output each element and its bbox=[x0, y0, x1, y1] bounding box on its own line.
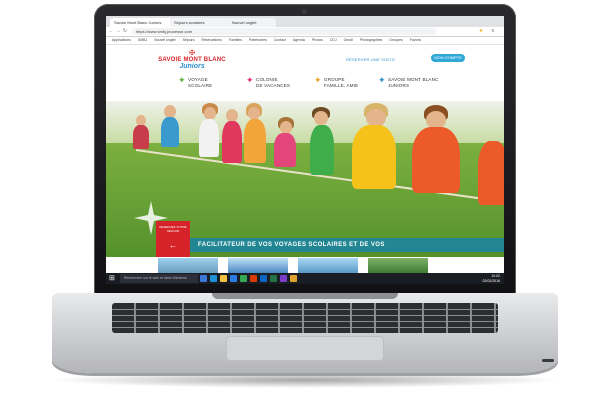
child bbox=[412, 127, 460, 193]
menu-item-groupe[interactable]: ✦ GROUPE FAMILLE, AMIE bbox=[314, 76, 359, 89]
word-icon[interactable] bbox=[260, 275, 267, 282]
hero-image: RESERVEZ VOTRE SÉJOUR ← FACILITATEUR DE … bbox=[106, 101, 504, 273]
webcam bbox=[302, 9, 307, 14]
bookmark-item[interactable]: Applications bbox=[112, 38, 131, 42]
bookmark-item[interactable]: Réservations bbox=[201, 38, 221, 42]
thumbnail-image[interactable] bbox=[228, 258, 288, 273]
main-menu: ✦ VOYAGE SCOLAIRE ✦ COLONIE DE VACANCES … bbox=[106, 73, 504, 101]
reload-icon[interactable]: ↻ bbox=[122, 28, 128, 35]
promo-box[interactable]: RESERVEZ VOTRE SÉJOUR ← bbox=[156, 221, 190, 259]
trackpad[interactable] bbox=[226, 336, 384, 361]
menu-item-line2: FAMILLE, AMIE bbox=[324, 83, 359, 88]
file-explorer-icon[interactable] bbox=[220, 275, 227, 282]
back-arrow-icon[interactable]: ← bbox=[108, 28, 114, 35]
url-input[interactable]: https://www.smbj-jeunesse.com bbox=[132, 28, 436, 35]
bookmark-item[interactable]: Favoris bbox=[410, 38, 421, 42]
thumbnail-strip bbox=[106, 257, 504, 273]
arrow-left-icon: ← bbox=[169, 241, 177, 250]
thumbnail-image[interactable] bbox=[158, 258, 218, 273]
browser-tab-strip: Savoie Mont Blanc Juniors Séjours scolai… bbox=[106, 16, 504, 27]
web-page: ✠ SAVOIE MONT BLANC Juniors RÉSERVER UNE… bbox=[106, 45, 504, 273]
taskbar-search-input[interactable]: Rechercher sur le web et dans Windows bbox=[120, 274, 198, 283]
child bbox=[161, 117, 179, 147]
bookmarks-bar: Applications SMBJ Nouvel onglet Séjours … bbox=[106, 37, 504, 45]
browser-tab-active[interactable]: Savoie Mont Blanc Juniors bbox=[110, 18, 172, 27]
laptop-lid: Savoie Mont Blanc Juniors Séjours scolai… bbox=[94, 4, 516, 294]
app-icon[interactable] bbox=[280, 275, 287, 282]
bookmark-item[interactable]: CDJ bbox=[330, 38, 337, 42]
clock-date: 02/02/2016 bbox=[482, 278, 500, 283]
thumbnail-image[interactable] bbox=[298, 258, 358, 273]
key-row-divider bbox=[112, 321, 498, 322]
child bbox=[244, 119, 266, 163]
bookmark-item[interactable]: SMBJ bbox=[138, 38, 147, 42]
reserve-visit-link[interactable]: RÉSERVER UNE VISITE bbox=[346, 57, 395, 62]
taskbar: ⊞ Rechercher sur le web et dans Windows … bbox=[106, 273, 504, 284]
system-tray-clock[interactable]: 10:02 02/02/2016 bbox=[482, 274, 500, 283]
bookmark-item[interactable]: Agenda bbox=[293, 38, 305, 42]
bookmark-item[interactable]: Photos bbox=[312, 38, 323, 42]
laptop-base bbox=[52, 293, 558, 373]
child bbox=[133, 125, 149, 149]
keyboard bbox=[112, 303, 498, 333]
child bbox=[222, 121, 242, 163]
hero-banner-text: FACILITATEUR DE VOS VOYAGES SCOLAIRES ET… bbox=[198, 242, 385, 248]
bookmark-item[interactable]: Photographies bbox=[360, 38, 383, 42]
office-icon[interactable] bbox=[250, 275, 257, 282]
child-head bbox=[314, 111, 328, 125]
chrome-icon[interactable] bbox=[240, 275, 247, 282]
sleep-indicator-led bbox=[542, 359, 554, 362]
key-row-divider bbox=[112, 309, 498, 310]
thumbnail-image[interactable] bbox=[368, 258, 428, 273]
menu-item-line2: SCOLAIRE bbox=[188, 83, 213, 88]
laptop-shadow bbox=[48, 372, 562, 388]
menu-icon[interactable]: ≡ bbox=[490, 28, 496, 35]
store-icon[interactable] bbox=[230, 275, 237, 282]
bookmark-item[interactable]: Groupes bbox=[389, 38, 402, 42]
bookmark-item[interactable]: Séjours bbox=[183, 38, 195, 42]
star-icon[interactable]: ★ bbox=[478, 28, 484, 35]
promo-text: RESERVEZ VOTRE SÉJOUR bbox=[159, 225, 187, 233]
site-logo[interactable]: ✠ SAVOIE MONT BLANC Juniors bbox=[154, 50, 230, 70]
account-button[interactable]: MON COMPTE bbox=[431, 54, 465, 62]
bookmark-item[interactable]: Partenaires bbox=[249, 38, 267, 42]
compass-star-icon: ✦ bbox=[178, 75, 186, 85]
menu-item-colonie[interactable]: ✦ COLONIE DE VACANCES bbox=[246, 76, 291, 89]
bookmark-item[interactable]: Contact bbox=[274, 38, 286, 42]
child bbox=[352, 125, 396, 189]
app-icon[interactable] bbox=[290, 275, 297, 282]
address-bar: ← → ↻ https://www.smbj-jeunesse.com ★ ≡ bbox=[106, 27, 504, 37]
child bbox=[310, 125, 334, 175]
logo-line2: Juniors bbox=[179, 63, 205, 70]
menu-item-voyage-scolaire[interactable]: ✦ VOYAGE SCOLAIRE bbox=[178, 76, 213, 89]
menu-item-line2: DE VACANCES bbox=[256, 83, 291, 88]
forward-arrow-icon[interactable]: → bbox=[115, 28, 121, 35]
hero-banner: FACILITATEUR DE VOS VOYAGES SCOLAIRES ET… bbox=[190, 238, 504, 252]
menu-item-line2: JUNIORS bbox=[388, 83, 410, 88]
compass-star-icon: ✦ bbox=[314, 75, 322, 85]
task-view-icon[interactable] bbox=[200, 275, 207, 282]
bookmark-item[interactable]: Gmail bbox=[344, 38, 353, 42]
key-row-divider bbox=[112, 315, 498, 316]
laptop-screen: Savoie Mont Blanc Juniors Séjours scolai… bbox=[106, 16, 504, 284]
menu-item-smb-juniors[interactable]: ✦ SAVOIE MONT BLANC JUNIORS bbox=[378, 76, 439, 89]
compass-star-icon: ✦ bbox=[378, 75, 386, 85]
laptop-hinge bbox=[212, 293, 398, 299]
windows-start-icon[interactable]: ⊞ bbox=[109, 275, 116, 282]
edge-icon[interactable] bbox=[210, 275, 217, 282]
excel-icon[interactable] bbox=[270, 275, 277, 282]
bookmark-item[interactable]: Nouvel onglet bbox=[154, 38, 175, 42]
bookmark-item[interactable]: Familles bbox=[229, 38, 242, 42]
child bbox=[199, 119, 219, 157]
child bbox=[478, 141, 504, 205]
browser-tab[interactable]: Nouvel onglet bbox=[228, 18, 276, 27]
browser-tab[interactable]: Séjours scolaires bbox=[170, 18, 230, 27]
compass-star-icon: ✦ bbox=[246, 75, 254, 85]
child bbox=[274, 133, 296, 167]
key-row-divider bbox=[112, 327, 498, 328]
